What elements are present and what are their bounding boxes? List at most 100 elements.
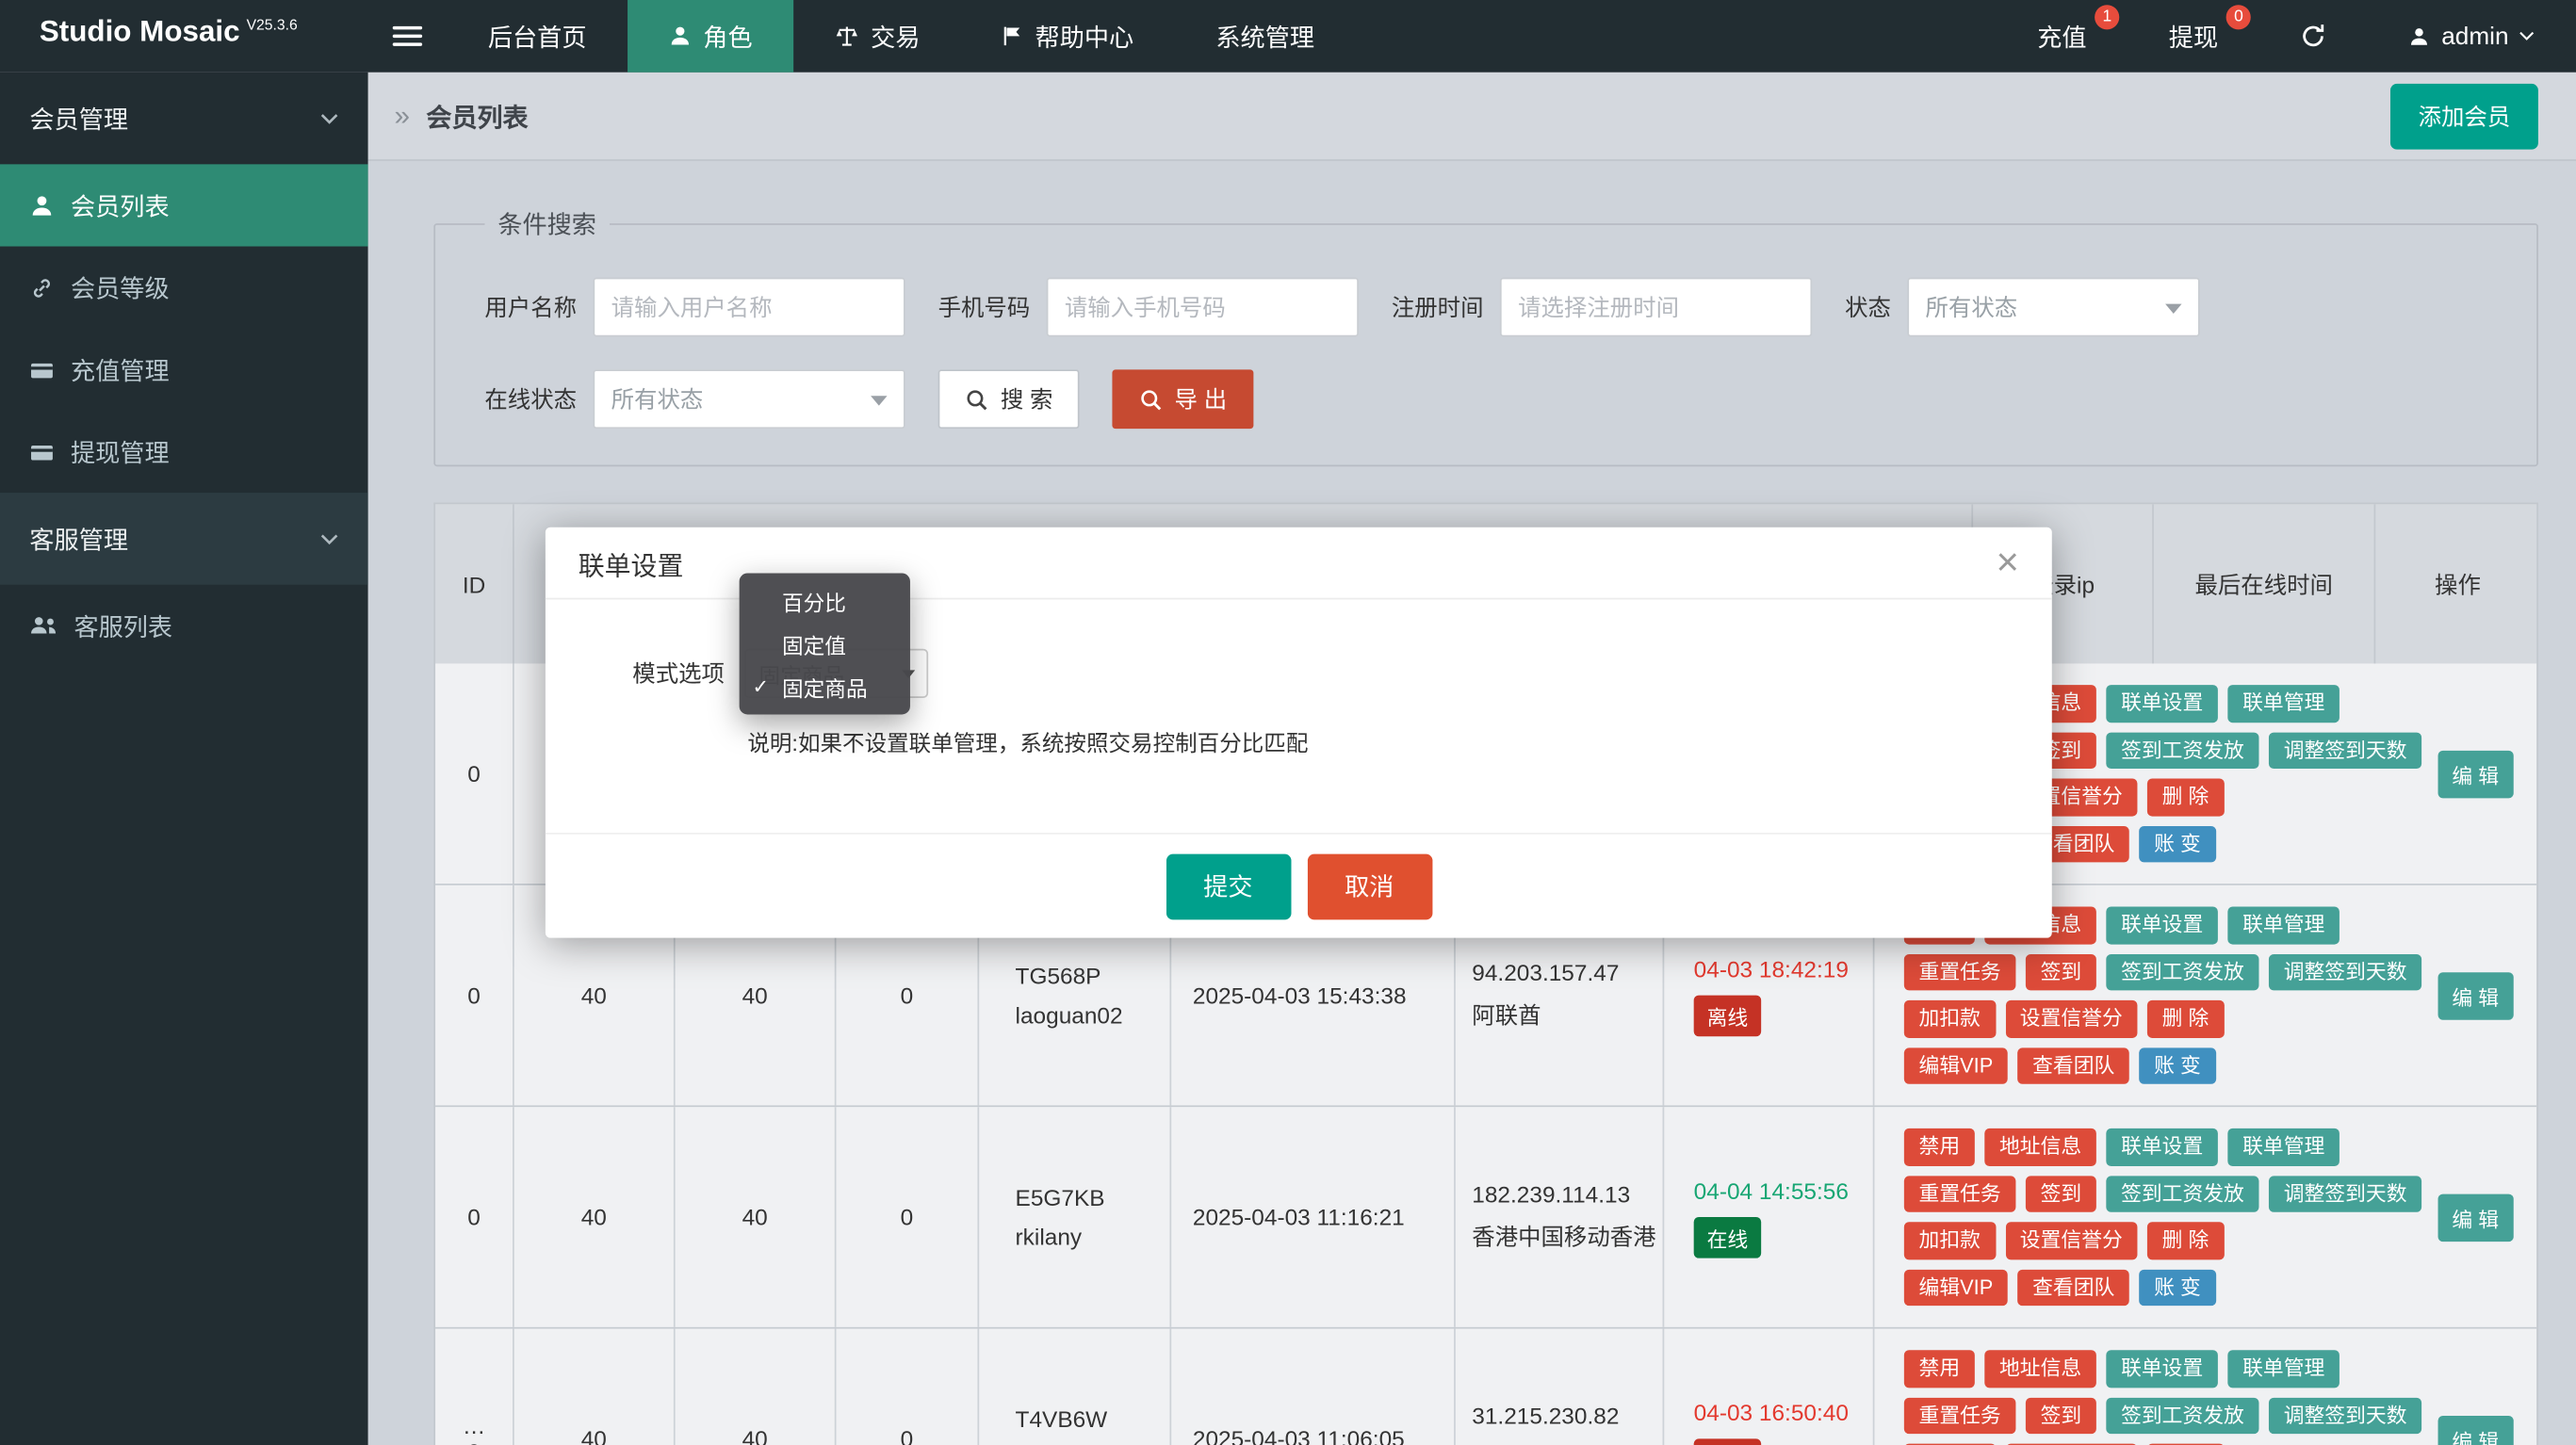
action-button[interactable]: 账 变 — [2139, 1269, 2215, 1306]
action-button[interactable]: 联单设置 — [2106, 1350, 2218, 1387]
action-button[interactable]: 地址信息 — [1984, 1128, 2096, 1165]
sidebar-group-service[interactable]: 客服管理 — [0, 493, 368, 585]
action-button[interactable]: 联单设置 — [2106, 906, 2218, 943]
action-button[interactable]: 联单管理 — [2227, 685, 2340, 722]
table-row: 0 40 40 0 E5G7KBrkilany 2025-04-03 11:16… — [435, 1107, 2536, 1328]
action-button[interactable]: 查看团队 — [2017, 1047, 2129, 1084]
sidebar: 会员管理 会员列表 会员等级 充值管理 提现管理 客服管理 客服列表 — [0, 73, 368, 1445]
sidebar-item-withdraw[interactable]: 提现管理 — [0, 411, 368, 493]
edit-button[interactable]: 编 辑 — [2437, 1193, 2514, 1242]
export-button[interactable]: 导 出 — [1112, 369, 1253, 429]
nav-item-trade[interactable]: 交易 — [793, 0, 961, 73]
action-button[interactable]: 调整签到天数 — [2269, 1176, 2421, 1212]
action-button[interactable]: 调整签到天数 — [2269, 953, 2421, 990]
nav-withdraw[interactable]: 提现 0 — [2128, 0, 2259, 73]
sidebar-item-recharge[interactable]: 充值管理 — [0, 329, 368, 411]
phone-field-group: 手机号码 — [938, 278, 1359, 337]
search-legend: 条件搜索 — [484, 207, 610, 242]
chevron-down-icon — [2165, 304, 2181, 314]
search-panel: 条件搜索 用户名称 手机号码 注册时间 状态 — [433, 207, 2538, 466]
search-button[interactable]: 搜 索 — [938, 369, 1080, 429]
action-button[interactable]: 重置任务 — [1904, 1397, 2016, 1434]
modal-title: 联单设置 — [579, 543, 684, 582]
account-name: rkilany — [1016, 1224, 1083, 1250]
action-button[interactable]: 禁用 — [1904, 1128, 1975, 1165]
edit-button[interactable]: 编 辑 — [2437, 1415, 2514, 1445]
sidebar-item-member-list[interactable]: 会员列表 — [0, 164, 368, 246]
account-name: laoguan02 — [1016, 1002, 1123, 1029]
phone-input[interactable] — [1047, 278, 1359, 337]
submit-button[interactable]: 提交 — [1166, 853, 1291, 919]
sidebar-group-members[interactable]: 会员管理 — [0, 73, 368, 165]
action-button[interactable]: 加扣款 — [1904, 1222, 1996, 1258]
edit-button[interactable]: 编 辑 — [2437, 750, 2514, 798]
action-button[interactable]: 签到工资发放 — [2106, 1176, 2258, 1212]
action-button[interactable]: 联单管理 — [2227, 1350, 2340, 1387]
sidebar-toggle-icon[interactable] — [368, 0, 448, 73]
action-button[interactable]: 签到工资发放 — [2106, 1397, 2258, 1434]
user-menu[interactable]: admin — [2368, 0, 2576, 73]
action-button[interactable]: 联单设置 — [2106, 1128, 2218, 1165]
close-icon[interactable]: × — [1996, 543, 2018, 582]
table-row: …0 40 40 0 T4VB6Wlaoguan02 2025-04-03 11… — [435, 1329, 2536, 1445]
action-button[interactable]: 删 除 — [2147, 778, 2224, 815]
brand-version: V25.3.6 — [247, 16, 298, 32]
cancel-button[interactable]: 取消 — [1307, 853, 1432, 919]
action-button[interactable]: 调整签到天数 — [2269, 1397, 2421, 1434]
nav-item-help[interactable]: 帮助中心 — [961, 0, 1175, 73]
dropdown-option[interactable]: 百分比 — [740, 579, 910, 622]
register-time: 2025-04-03 11:16:21 — [1193, 1204, 1405, 1230]
action-button[interactable]: 查看团队 — [2017, 1269, 2129, 1306]
dropdown-option[interactable]: 固定值 — [740, 623, 910, 665]
edit-button[interactable]: 编 辑 — [2437, 971, 2514, 1019]
nav-item-dashboard[interactable]: 后台首页 — [447, 0, 628, 73]
last-online-time: 04-03 16:50:40 — [1694, 1399, 1849, 1425]
action-button[interactable]: 联单管理 — [2227, 906, 2340, 943]
person-icon — [669, 24, 692, 47]
action-button[interactable]: 联单管理 — [2227, 1128, 2340, 1165]
ip-region: 香港中国移动香港 — [1472, 1221, 1655, 1254]
sidebar-group-label: 会员管理 — [29, 101, 128, 136]
sidebar-item-member-level[interactable]: 会员等级 — [0, 247, 368, 329]
sidebar-item-label: 会员等级 — [71, 270, 170, 305]
action-button[interactable]: 重置任务 — [1904, 1176, 2016, 1212]
regtime-input[interactable] — [1500, 278, 1812, 337]
action-button[interactable]: 签到工资发放 — [2106, 953, 2258, 990]
sidebar-item-service-list[interactable]: 客服列表 — [0, 585, 368, 667]
action-button[interactable]: 签到 — [2026, 1397, 2096, 1434]
action-button[interactable]: 签到工资发放 — [2106, 732, 2258, 769]
sidebar-item-label: 客服列表 — [73, 609, 172, 643]
action-button[interactable]: 删 除 — [2147, 1222, 2224, 1258]
regtime-label: 注册时间 — [1392, 291, 1484, 324]
action-button[interactable]: 设置信誉分 — [2005, 1000, 2137, 1037]
status-badge: 在线 — [1694, 1216, 1762, 1258]
action-button[interactable]: 重置任务 — [1904, 953, 2016, 990]
add-member-button[interactable]: 添加会员 — [2390, 83, 2538, 149]
action-button[interactable]: 地址信息 — [1984, 1350, 2096, 1387]
action-button[interactable]: 设置信誉分 — [2005, 1222, 2137, 1258]
action-button[interactable]: 联单设置 — [2106, 685, 2218, 722]
username-input[interactable] — [593, 278, 905, 337]
mode-select-label: 模式选项 — [632, 657, 725, 690]
action-button[interactable]: 调整签到天数 — [2269, 732, 2421, 769]
refresh-icon[interactable] — [2259, 0, 2368, 73]
app-root: Studio Mosaic V25.3.6 后台首页 角色 交易 帮助中心 系统… — [0, 0, 2576, 1445]
account-code: E5G7KB — [1016, 1184, 1105, 1210]
row-id: 0 — [467, 1204, 481, 1230]
action-button[interactable]: 签到 — [2026, 1176, 2096, 1212]
action-button[interactable]: 账 变 — [2139, 825, 2215, 862]
action-button[interactable]: 签到 — [2026, 953, 2096, 990]
action-button[interactable]: 禁用 — [1904, 1350, 1975, 1387]
nav-recharge[interactable]: 充值 1 — [1997, 0, 2128, 73]
online-status-select[interactable]: 所有状态 — [593, 369, 905, 429]
status-badge: 离线 — [1694, 1438, 1762, 1445]
nav-item-system[interactable]: 系统管理 — [1175, 0, 1356, 73]
action-button[interactable]: 账 变 — [2139, 1047, 2215, 1084]
action-button[interactable]: 删 除 — [2147, 1000, 2224, 1037]
dropdown-option[interactable]: ✓固定商品 — [740, 665, 910, 707]
action-button[interactable]: 编辑VIP — [1904, 1269, 2008, 1306]
nav-item-roles[interactable]: 角色 — [628, 0, 793, 73]
action-button[interactable]: 加扣款 — [1904, 1000, 1996, 1037]
status-select[interactable]: 所有状态 — [1907, 278, 2199, 337]
action-button[interactable]: 编辑VIP — [1904, 1047, 2008, 1084]
